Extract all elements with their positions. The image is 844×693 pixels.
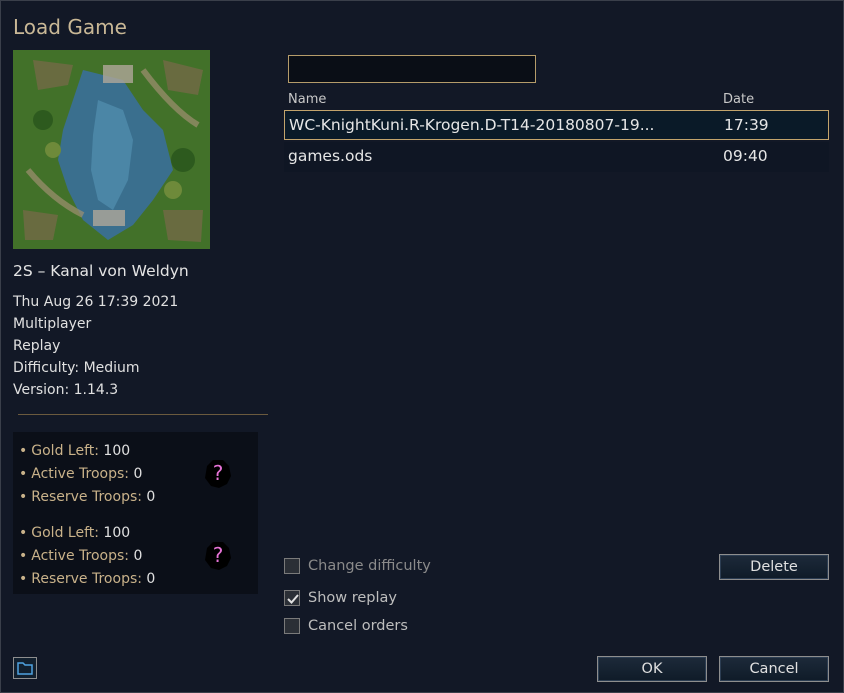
show-replay-label: Show replay: [308, 590, 397, 606]
change-difficulty-checkbox[interactable]: [284, 558, 300, 574]
change-difficulty-label: Change difficulty: [308, 558, 431, 574]
cancel-orders-label: Cancel orders: [308, 618, 408, 634]
active-troops-value: 0: [133, 466, 143, 482]
folder-icon: [17, 662, 33, 675]
bullet-icon: •: [19, 466, 28, 482]
reserve-troops-value: 0: [146, 489, 156, 505]
active-troops-label: Active Troops:: [31, 466, 129, 482]
dialog-title: Load Game: [13, 15, 127, 39]
minimap-preview: [13, 50, 210, 249]
reserve-troops-label: Reserve Troops:: [31, 489, 142, 505]
svg-text:?: ?: [213, 543, 224, 567]
gold-value: 100: [103, 525, 131, 541]
sides-panel: • Gold Left: 100 • Active Troops: 0 • Reser…: [13, 432, 258, 594]
svg-text:?: ?: [213, 461, 224, 485]
column-header-name[interactable]: Name: [288, 92, 326, 107]
delete-button[interactable]: Delete: [719, 554, 829, 580]
savegame-date: 17:39: [724, 116, 769, 134]
bullet-icon: •: [19, 548, 28, 564]
gold-label: Gold Left:: [31, 525, 99, 541]
filter-input[interactable]: [288, 55, 536, 83]
savegame-date: 09:40: [723, 147, 768, 165]
side-2-info: • Gold Left: 100 • Active Troops: 0 • Reser…: [19, 522, 155, 591]
cancel-orders-checkbox[interactable]: [284, 618, 300, 634]
savegame-row[interactable]: games.ods 09:40: [284, 142, 829, 172]
bullet-icon: •: [19, 489, 28, 505]
minimap-image: [13, 50, 210, 249]
show-replay-checkbox[interactable]: [284, 590, 300, 606]
save-date: Thu Aug 26 17:39 2021: [13, 294, 179, 310]
active-troops-label: Active Troops:: [31, 548, 129, 564]
cancel-button[interactable]: Cancel: [719, 656, 829, 682]
reserve-troops-value: 0: [146, 571, 156, 587]
gold-label: Gold Left:: [31, 443, 99, 459]
bullet-icon: •: [19, 525, 28, 541]
checkmark-icon: [287, 594, 299, 604]
bullet-icon: •: [19, 443, 28, 459]
reserve-troops-label: Reserve Troops:: [31, 571, 142, 587]
unknown-leader-icon: ?: [201, 538, 235, 572]
load-game-dialog: Load Game 2S – Kanal von Weldyn Thu Aug …: [0, 0, 844, 693]
savegame-row[interactable]: WC-KnightKuni.R-Krogen.D-T14-20180807-19…: [284, 110, 829, 140]
side-1-info: • Gold Left: 100 • Active Troops: 0 • Reser…: [19, 440, 155, 509]
open-folder-button[interactable]: [13, 657, 37, 679]
bullet-icon: •: [19, 571, 28, 587]
save-campaign-type: Multiplayer: [13, 316, 92, 332]
save-type: Replay: [13, 338, 61, 354]
column-header-date[interactable]: Date: [723, 92, 754, 107]
scenario-name: 2S – Kanal von Weldyn: [13, 262, 189, 280]
separator: [18, 414, 268, 415]
ok-button[interactable]: OK: [597, 656, 707, 682]
savegame-name: WC-KnightKuni.R-Krogen.D-T14-20180807-19…: [289, 116, 655, 134]
savegame-name: games.ods: [288, 147, 373, 165]
save-difficulty: Difficulty: Medium: [13, 360, 140, 376]
active-troops-value: 0: [133, 548, 143, 564]
save-details: Thu Aug 26 17:39 2021 Multiplayer Replay…: [13, 291, 178, 401]
unknown-leader-icon: ?: [201, 456, 235, 490]
gold-value: 100: [103, 443, 131, 459]
save-version: Version: 1.14.3: [13, 382, 119, 398]
